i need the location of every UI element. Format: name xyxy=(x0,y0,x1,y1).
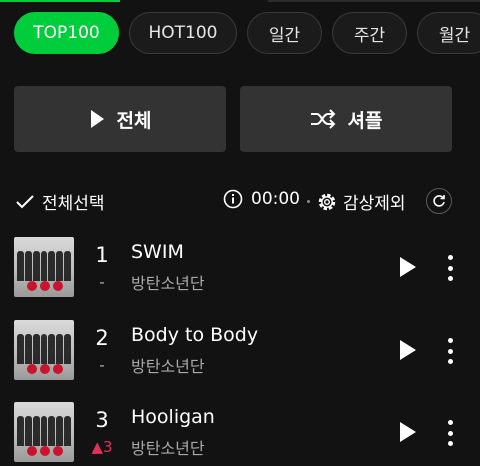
exclude-label: 감상제외 xyxy=(343,194,406,214)
shuffle-button[interactable]: 셔플 xyxy=(240,86,452,152)
list-toolbar: 전체선택 00:00 감상제외 xyxy=(0,182,480,220)
rank-number: 1 xyxy=(95,243,109,267)
chart-tabs: TOP100 HOT100 일간 주간 월간 xyxy=(14,12,480,54)
play-icon[interactable] xyxy=(398,338,418,362)
tab-monthly[interactable]: 월간 xyxy=(417,12,480,54)
top-indicator-accent xyxy=(0,0,120,2)
tab-hot100[interactable]: HOT100 xyxy=(129,12,237,54)
track-title: Body to Body xyxy=(131,324,259,346)
exclude-button[interactable]: 감상제외 xyxy=(317,189,406,214)
play-all-button[interactable]: 전체 xyxy=(14,86,226,152)
tab-daily[interactable]: 일간 xyxy=(247,12,322,54)
play-icon xyxy=(90,110,104,128)
shuffle-label: 셔플 xyxy=(347,109,383,132)
track-artist: 방탄소년단 xyxy=(131,274,205,293)
play-icon[interactable] xyxy=(398,255,418,279)
rank-change: ▲3 xyxy=(91,438,113,456)
shuffle-icon xyxy=(310,109,335,129)
select-all-label: 전체선택 xyxy=(42,194,105,214)
more-icon[interactable] xyxy=(446,338,454,364)
track-artist: 방탄소년단 xyxy=(131,357,205,376)
list-item[interactable]: 1 - SWIM 방탄소년단 xyxy=(0,237,480,299)
tab-weekly[interactable]: 주간 xyxy=(332,12,407,54)
gear-icon xyxy=(318,193,336,210)
list-item[interactable]: 2 - Body to Body 방탄소년단 xyxy=(0,320,480,382)
rank-change: - xyxy=(99,273,105,291)
refresh-icon xyxy=(433,195,445,207)
tab-top100[interactable]: TOP100 xyxy=(14,12,119,54)
info-icon xyxy=(223,189,243,209)
timer-button[interactable]: 00:00 xyxy=(223,189,300,209)
list-item[interactable]: 3 ▲3 Hooligan 방탄소년단 xyxy=(0,402,480,464)
rank-number: 3 xyxy=(95,408,109,432)
album-art[interactable] xyxy=(14,237,74,297)
select-all-button[interactable]: 전체선택 xyxy=(16,189,105,214)
check-icon xyxy=(16,194,34,208)
track-title: SWIM xyxy=(131,241,184,263)
album-art[interactable] xyxy=(14,402,74,462)
separator-dot xyxy=(307,200,310,203)
rank-number: 2 xyxy=(95,326,109,350)
top-indicator-line xyxy=(268,0,480,2)
play-all-label: 전체 xyxy=(116,109,152,132)
more-icon[interactable] xyxy=(446,420,454,446)
track-artist: 방탄소년단 xyxy=(131,439,205,458)
album-art[interactable] xyxy=(14,320,74,380)
top-indicator xyxy=(0,0,480,6)
rank-change: - xyxy=(99,356,105,374)
track-title: Hooligan xyxy=(131,406,215,428)
more-icon[interactable] xyxy=(446,255,454,281)
timer-value: 00:00 xyxy=(251,189,300,209)
refresh-button[interactable] xyxy=(426,188,452,214)
play-icon[interactable] xyxy=(398,420,418,444)
